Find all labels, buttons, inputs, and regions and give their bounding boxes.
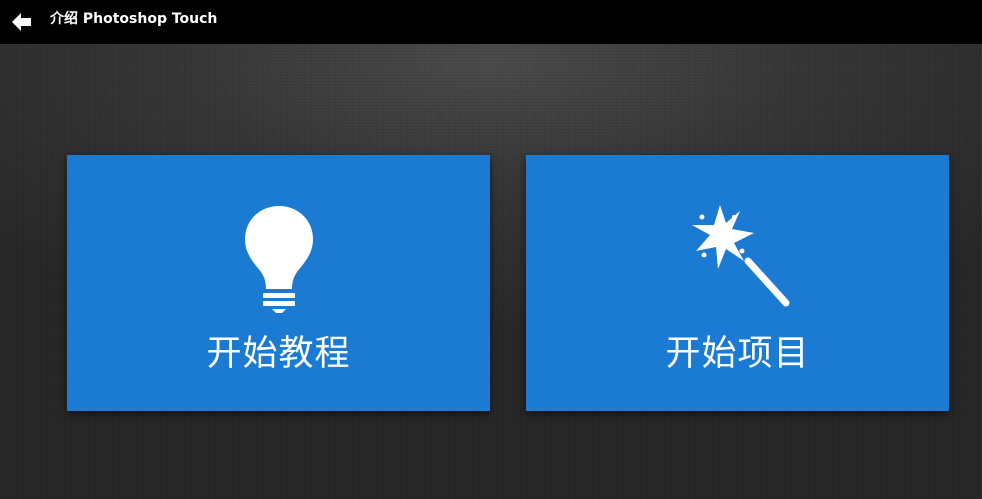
magic-wand-icon-wrap	[526, 203, 949, 313]
start-project-label: 开始项目	[665, 334, 810, 374]
magic-wand-icon	[691, 205, 789, 307]
lightbulb-icon	[244, 206, 313, 313]
start-tutorial-label: 开始教程	[206, 334, 351, 374]
back-button[interactable]	[6, 6, 38, 38]
start-project-card[interactable]: 开始项目	[526, 155, 949, 411]
lightbulb-icon-wrap	[67, 205, 490, 313]
start-tutorial-card[interactable]: 开始教程	[67, 155, 490, 411]
top-bar: 介绍 Photoshop Touch	[0, 0, 982, 44]
arrow-left-icon	[12, 13, 31, 31]
page-title: 介绍 Photoshop Touch	[50, 11, 218, 27]
